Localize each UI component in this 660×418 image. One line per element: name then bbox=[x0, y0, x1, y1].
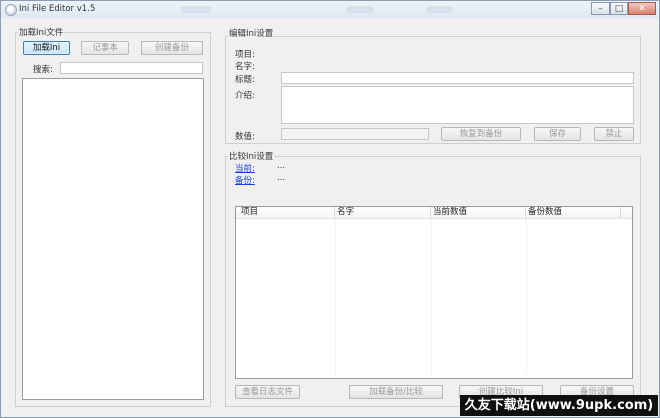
compare-ini-group-title: 比较Ini设置 bbox=[228, 150, 275, 162]
description-label: 介绍: bbox=[235, 91, 255, 101]
ini-file-list[interactable] bbox=[22, 78, 204, 400]
faded-titlebar-glyph bbox=[426, 6, 452, 13]
load-ini-group-title: 加载Ini文件 bbox=[18, 26, 65, 38]
column-header-item[interactable]: 项目 bbox=[239, 207, 335, 218]
column-divider bbox=[335, 219, 336, 374]
save-button[interactable]: 保存 bbox=[534, 127, 581, 141]
maximize-button[interactable]: □ bbox=[610, 2, 628, 15]
minimize-button[interactable]: – bbox=[591, 2, 610, 15]
column-header-backup-value[interactable]: 备份数值 bbox=[526, 207, 621, 218]
backup-file-link[interactable]: 备份: bbox=[235, 174, 255, 186]
column-header-name[interactable]: 名字 bbox=[335, 207, 431, 218]
column-divider bbox=[431, 219, 432, 374]
restore-backup-button[interactable]: 恢复到备份 bbox=[441, 127, 521, 141]
name-label: 名字: bbox=[235, 62, 255, 72]
app-icon bbox=[5, 4, 17, 16]
load-backup-compare-button[interactable]: 加载备份/比较 bbox=[349, 385, 443, 399]
load-ini-button[interactable]: 加载Ini bbox=[23, 41, 70, 55]
column-header-current-value[interactable]: 当前数值 bbox=[431, 207, 526, 218]
window-title: Ini File Editor v1.5 bbox=[19, 4, 96, 14]
disable-button[interactable]: 禁止 bbox=[594, 127, 634, 141]
item-label: 项目: bbox=[235, 50, 255, 60]
column-divider bbox=[526, 219, 527, 374]
current-file-link[interactable]: 当前: bbox=[235, 162, 255, 174]
create-backup-button[interactable]: 创建备份 bbox=[141, 41, 203, 55]
site-watermark: 久友下载站(www.9upk.com) bbox=[460, 395, 658, 416]
description-textarea[interactable] bbox=[281, 86, 634, 124]
view-log-button[interactable]: 查看日志文件 bbox=[235, 385, 300, 399]
app-window: Ini File Editor v1.5 – □ ✕ 加载Ini文件 加载Ini… bbox=[0, 0, 660, 418]
compare-table[interactable]: 项目 名字 当前数值 备份数值 bbox=[235, 206, 633, 379]
value-label: 数值: bbox=[235, 132, 255, 142]
edit-ini-group-title: 编辑Ini设置 bbox=[228, 27, 275, 39]
title-bar[interactable]: Ini File Editor v1.5 – □ ✕ bbox=[1, 1, 659, 18]
notepad-button[interactable]: 记事本 bbox=[81, 41, 129, 55]
faded-titlebar-glyph bbox=[181, 6, 211, 13]
search-input[interactable] bbox=[60, 62, 203, 74]
current-file-value: ... bbox=[277, 161, 286, 171]
close-button[interactable]: ✕ bbox=[628, 2, 656, 15]
title-label: 标题: bbox=[235, 75, 255, 85]
search-label: 搜索: bbox=[33, 65, 53, 75]
faded-titlebar-glyph bbox=[346, 6, 374, 13]
value-input[interactable] bbox=[281, 128, 429, 140]
title-input[interactable] bbox=[281, 72, 634, 84]
backup-file-value: ... bbox=[277, 173, 286, 183]
